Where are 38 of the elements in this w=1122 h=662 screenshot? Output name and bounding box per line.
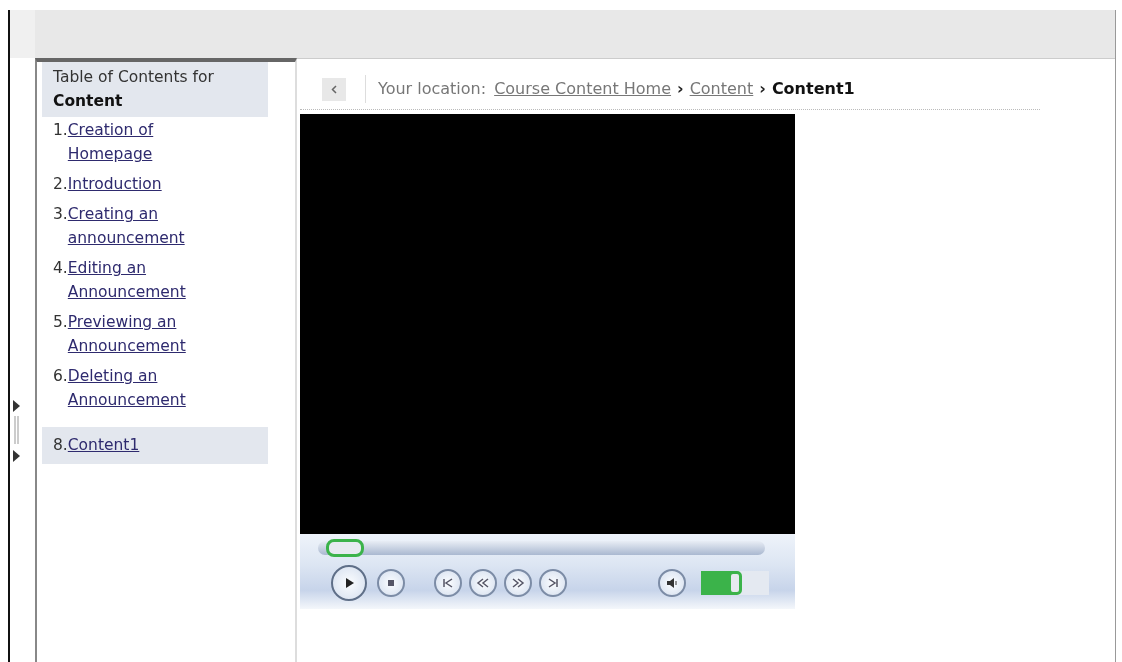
toc-link[interactable]: Editing an Announcement (67, 256, 238, 304)
item-number: 3. (53, 204, 68, 225)
toc-link[interactable]: Introduction (67, 172, 162, 196)
item-number: 1. (53, 120, 68, 141)
item-number: 6. (53, 366, 68, 387)
item-number: 4. (53, 258, 68, 279)
fast-forward-icon (510, 575, 526, 591)
toc-item-highlight[interactable]: 8.Content1 (42, 427, 268, 464)
toc-link[interactable]: Creation of Homepage (67, 118, 238, 166)
seek-thumb[interactable] (326, 539, 365, 557)
item-number: 8. (53, 435, 68, 456)
speaker-icon (664, 575, 680, 591)
play-button[interactable] (331, 565, 367, 601)
fast-forward-button[interactable] (504, 569, 532, 597)
location-label: Your location: (378, 78, 487, 100)
back-button[interactable] (322, 77, 346, 101)
toc-link[interactable]: Deleting an Announcement (67, 364, 238, 412)
rewind-icon (475, 575, 491, 591)
chevron-left-icon (331, 84, 337, 94)
mute-button[interactable] (658, 569, 686, 597)
breadcrumb-link[interactable]: Course Content Home (494, 77, 672, 101)
seek-bar[interactable] (318, 541, 765, 555)
item-number: 5. (53, 312, 68, 333)
breadcrumb-link[interactable]: Content (689, 77, 754, 101)
previous-button[interactable] (434, 569, 462, 597)
toc-link[interactable]: Creating an announcement (67, 202, 238, 250)
rewind-button[interactable] (469, 569, 497, 597)
breadcrumb-separator: › (759, 78, 766, 100)
toc-link[interactable]: Content1 (67, 433, 140, 457)
item-number: 2. (53, 174, 68, 195)
toc-link[interactable]: Previewing an Announcement (67, 310, 238, 358)
volume-thumb[interactable] (728, 571, 742, 595)
breadcrumb-separator: › (677, 78, 684, 100)
stop-button[interactable] (377, 569, 405, 597)
toc-header: Table of Contents for Content (42, 62, 268, 117)
current-page: Content1 (771, 78, 855, 100)
next-button[interactable] (539, 569, 567, 597)
volume-slider[interactable] (701, 571, 769, 595)
